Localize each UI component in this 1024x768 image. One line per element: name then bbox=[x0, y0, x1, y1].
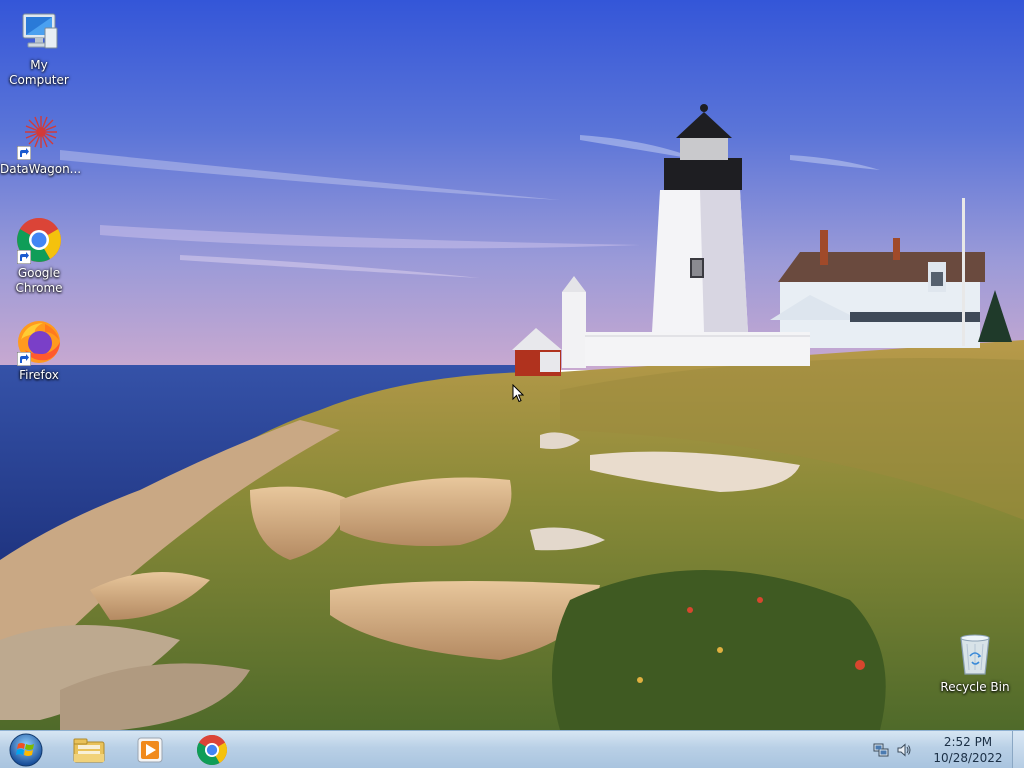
desktop-icon-my-computer[interactable]: My Computer bbox=[0, 8, 78, 88]
desktop-icon-google-chrome[interactable]: Google Chrome bbox=[0, 216, 78, 296]
desktop-icon-label: Recycle Bin bbox=[940, 680, 1010, 694]
desktop-icon-recycle-bin[interactable]: Recycle Bin bbox=[936, 630, 1014, 695]
file-explorer-icon bbox=[73, 738, 105, 763]
desktop-icon-firefox[interactable]: Firefox bbox=[0, 318, 78, 383]
desktop-icon-datawagon[interactable]: DataWagon... bbox=[0, 112, 82, 177]
recycle-bin-icon bbox=[960, 634, 990, 675]
windows-start-icon bbox=[9, 733, 43, 767]
computer-icon bbox=[22, 13, 58, 49]
show-desktop-button[interactable] bbox=[1012, 731, 1024, 768]
desktop-icon-label: Google Chrome bbox=[15, 266, 63, 295]
clock-date: 10/28/2022 bbox=[933, 751, 1003, 765]
network-icon[interactable] bbox=[873, 742, 889, 758]
desktop-icon-label: My Computer bbox=[9, 58, 69, 87]
start-button[interactable] bbox=[6, 732, 46, 768]
clock[interactable]: 2:52 PM 10/28/2022 bbox=[932, 734, 1004, 766]
shortcut-arrow-icon bbox=[17, 250, 31, 264]
taskbar: 2:52 PM 10/28/2022 bbox=[0, 730, 1024, 768]
taskbar-media-player-button[interactable] bbox=[132, 734, 168, 766]
wallpaper bbox=[0, 0, 1024, 730]
desktop-icon-label: DataWagon... bbox=[0, 162, 82, 176]
taskbar-chrome-button[interactable] bbox=[194, 734, 230, 766]
desktop-icon-label: Firefox bbox=[19, 368, 59, 382]
clock-time: 2:52 PM bbox=[943, 735, 993, 749]
media-player-icon bbox=[137, 737, 163, 763]
desktop: My Computer DataWagon... Google Chrome F… bbox=[0, 0, 1024, 768]
shortcut-arrow-icon bbox=[17, 352, 31, 366]
shortcut-arrow-icon bbox=[17, 146, 31, 160]
volume-icon[interactable] bbox=[896, 742, 912, 758]
taskbar-file-explorer-button[interactable] bbox=[71, 734, 107, 766]
chrome-icon bbox=[196, 734, 228, 766]
mouse-cursor-icon bbox=[512, 384, 524, 403]
system-tray: 2:52 PM 10/28/2022 bbox=[870, 731, 1010, 768]
